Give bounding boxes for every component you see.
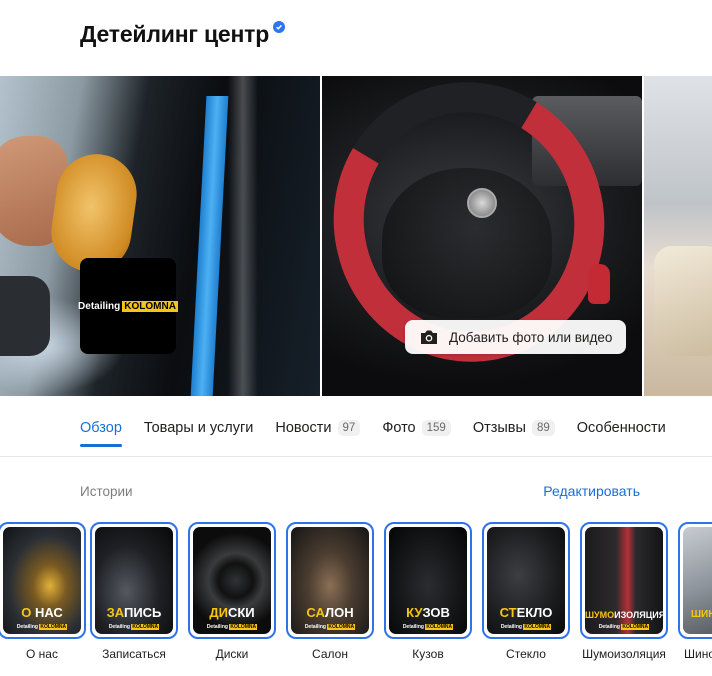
- tab-label: Новости: [275, 420, 332, 436]
- story-label: Диски: [215, 647, 249, 661]
- page-title: Детейлинг центр: [80, 20, 270, 47]
- stories-title: Истории: [80, 484, 133, 499]
- tab-news[interactable]: Новости 97: [275, 412, 361, 444]
- tab-label: Фото: [382, 420, 416, 436]
- story-about[interactable]: О НАС Detailing KOLOMNA О нас: [0, 522, 86, 661]
- tab-label: Отзывы: [472, 420, 526, 436]
- count-badge: 159: [421, 420, 451, 436]
- story-label: Салон: [312, 647, 348, 661]
- story-thumbnail: ШУМОИЗОЛЯЦИЯ Detailing KOLOMNA: [585, 527, 663, 634]
- tab-bar: Обзор Товары и услуги Новости 97 Фото 15…: [80, 408, 666, 448]
- tab-label: Товары и услуги: [143, 420, 254, 436]
- story-thumbnail: ДИСКИ Detailing KOLOMNA: [193, 527, 271, 634]
- story-label: Записаться: [102, 647, 166, 661]
- add-photo-button[interactable]: Добавить фото или видео: [405, 320, 627, 354]
- add-photo-label: Добавить фото или видео: [449, 329, 613, 345]
- gallery-photo-seats[interactable]: [644, 76, 712, 396]
- story-thumbnail: КУЗОВ Detailing KOLOMNA: [389, 527, 467, 634]
- story-thumbnail: СТЕКЛО Detailing KOLOMNA: [487, 527, 565, 634]
- story-soundproofing[interactable]: ШУМОИЗОЛЯЦИЯ Detailing KOLOMNA Шумоизоля…: [580, 522, 668, 661]
- tab-label: Обзор: [80, 420, 122, 436]
- story-thumbnail: ШИНО: [683, 527, 712, 634]
- tab-overview[interactable]: Обзор: [80, 412, 122, 447]
- divider: [0, 456, 712, 457]
- count-badge: 97: [337, 420, 361, 436]
- verified-badge-icon: [273, 21, 286, 33]
- logo-text: Detailing: [78, 300, 121, 312]
- stories-carousel: О НАС Detailing KOLOMNA О нас ЗАПИСЬ Det…: [0, 522, 712, 662]
- story-label: Шино: [684, 647, 712, 661]
- tab-features[interactable]: Особенности: [577, 412, 666, 444]
- tab-label: Особенности: [576, 420, 666, 436]
- story-tires[interactable]: ШИНО Шино: [678, 522, 712, 661]
- header: Детейлинг центр: [80, 14, 286, 54]
- story-label: О нас: [26, 647, 58, 661]
- tab-photos[interactable]: Фото 159: [382, 412, 451, 444]
- story-label: Кузов: [412, 647, 444, 661]
- edit-stories-link[interactable]: Редактировать: [543, 483, 640, 499]
- story-interior[interactable]: САЛОН Detailing KOLOMNA Салон: [286, 522, 374, 661]
- company-logo: Detailing KOLOMNA: [78, 258, 178, 354]
- story-body[interactable]: КУЗОВ Detailing KOLOMNA Кузов: [384, 522, 472, 661]
- story-label: Стекло: [506, 647, 546, 661]
- story-thumbnail: САЛОН Detailing KOLOMNA: [291, 527, 369, 634]
- story-booking[interactable]: ЗАПИСЬ Detailing KOLOMNA Записаться: [90, 522, 178, 661]
- tab-reviews[interactable]: Отзывы 89: [473, 412, 555, 444]
- logo-highlight: KOLOMNA: [122, 300, 178, 312]
- story-thumbnail: О НАС Detailing KOLOMNA: [3, 527, 81, 634]
- camera-icon: [421, 330, 437, 344]
- tab-goods-services[interactable]: Товары и услуги: [144, 412, 253, 444]
- story-label: Шумоизоляция: [582, 647, 666, 661]
- story-wheels[interactable]: ДИСКИ Detailing KOLOMNA Диски: [188, 522, 276, 661]
- story-glass[interactable]: СТЕКЛО Detailing KOLOMNA Стекло: [482, 522, 570, 661]
- count-badge: 89: [531, 420, 555, 436]
- story-thumbnail: ЗАПИСЬ Detailing KOLOMNA: [95, 527, 173, 634]
